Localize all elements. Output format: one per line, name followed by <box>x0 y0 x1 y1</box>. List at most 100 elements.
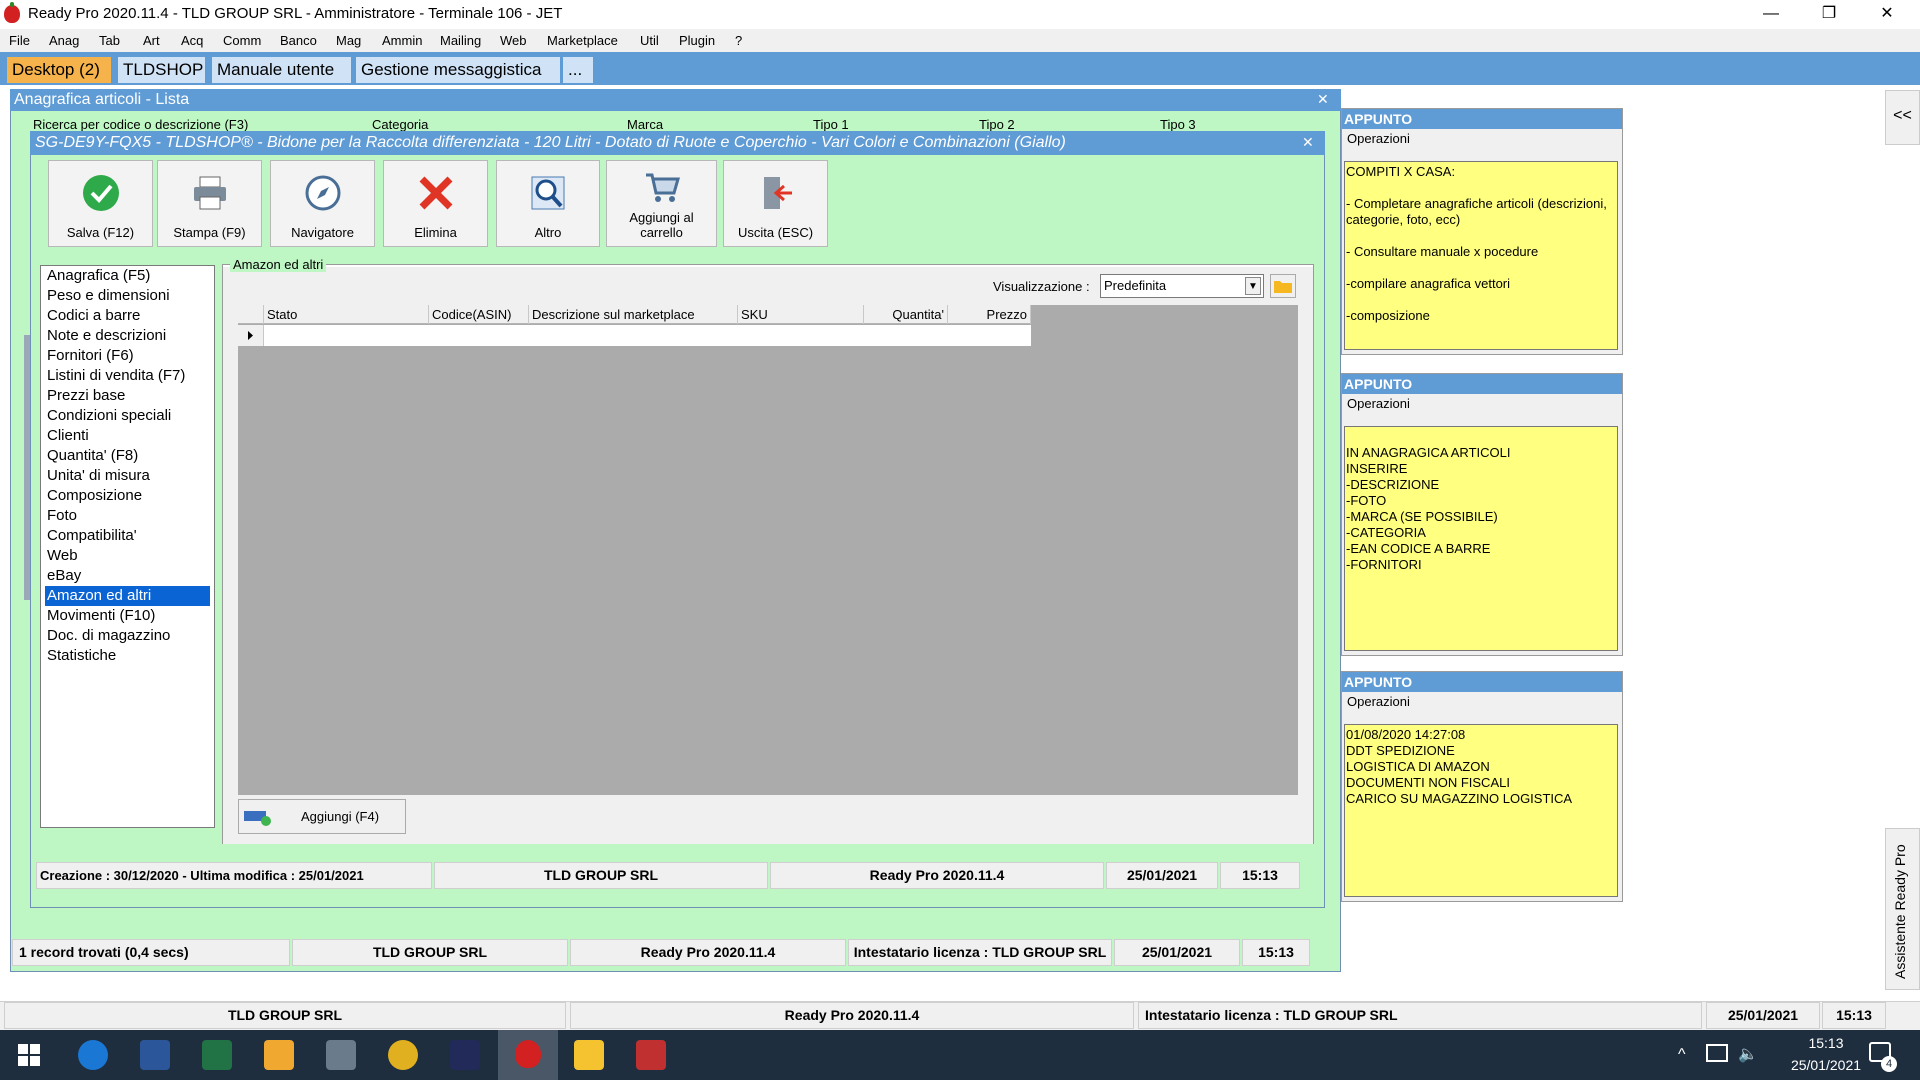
menu-help[interactable]: ? <box>735 33 742 48</box>
note-3-body[interactable]: 01/08/2020 14:27:08 DDT SPEDIZIONE LOGIS… <box>1344 724 1618 897</box>
menu-acq[interactable]: Acq <box>181 33 203 48</box>
chrome-icon[interactable] <box>388 1040 418 1070</box>
nav-doc-magazzino[interactable]: Doc. di magazzino <box>45 626 210 646</box>
note-2-operations[interactable]: Operazioni <box>1342 394 1622 414</box>
tab-gestione-messaggistica[interactable]: Gestione messaggistica <box>356 57 560 83</box>
snipping-tool-icon[interactable] <box>636 1040 666 1070</box>
nav-quantita[interactable]: Quantita' (F8) <box>45 446 210 466</box>
menu-banco[interactable]: Banco <box>280 33 317 48</box>
grid-header-indicator <box>238 305 264 324</box>
tab-more[interactable]: ... <box>563 57 593 83</box>
view-select[interactable]: Predefinita ▼ <box>1100 274 1264 298</box>
grid-col-quantita[interactable]: Quantita' <box>864 305 948 324</box>
windows-start-icon[interactable] <box>18 1044 40 1066</box>
tab-tldshop[interactable]: TLDSHOP <box>118 57 205 83</box>
word-icon[interactable] <box>140 1040 170 1070</box>
menu-comm[interactable]: Comm <box>223 33 261 48</box>
close-button[interactable]: ✕ <box>1858 0 1916 29</box>
volume-icon[interactable]: 🔈 <box>1738 1044 1758 1064</box>
table-row[interactable] <box>238 325 1031 346</box>
nav-fornitori[interactable]: Fornitori (F6) <box>45 346 210 366</box>
exit-button[interactable]: Uscita (ESC) <box>723 160 828 247</box>
more-button[interactable]: Altro <box>496 160 600 247</box>
grid-col-descrizione[interactable]: Descrizione sul marketplace <box>529 305 738 324</box>
nav-anagrafica[interactable]: Anagrafica (F5) <box>45 266 210 286</box>
nav-foto[interactable]: Foto <box>45 506 210 526</box>
menu-marketplace[interactable]: Marketplace <box>547 33 618 48</box>
nav-listini-vendita[interactable]: Listini di vendita (F7) <box>45 366 210 386</box>
grid-col-asin[interactable]: Codice(ASIN) <box>429 305 529 324</box>
nav-unita-misura[interactable]: Unita' di misura <box>45 466 210 486</box>
article-list-close-button[interactable]: ✕ <box>1317 91 1329 108</box>
list-col-search[interactable]: Ricerca per codice o descrizione (F3) <box>33 117 248 132</box>
restore-button[interactable]: ❐ <box>1800 0 1858 29</box>
chevron-down-icon[interactable]: ▼ <box>1245 277 1261 295</box>
note-1-operations[interactable]: Operazioni <box>1342 129 1622 149</box>
article-detail-close-button[interactable]: ✕ <box>1302 134 1314 151</box>
delete-button[interactable]: Elimina <box>383 160 488 247</box>
list-col-tipo2[interactable]: Tipo 2 <box>979 117 1015 132</box>
note-1-body[interactable]: COMPITI X CASA: - Completare anagrafiche… <box>1344 161 1618 350</box>
exit-door-icon <box>763 177 792 209</box>
menu-web[interactable]: Web <box>500 33 527 48</box>
nav-codici-barre[interactable]: Codici a barre <box>45 306 210 326</box>
list-status-version: Ready Pro 2020.11.4 <box>570 939 846 966</box>
menu-plugin[interactable]: Plugin <box>679 33 715 48</box>
nav-condizioni-speciali[interactable]: Condizioni speciali <box>45 406 210 426</box>
add-to-cart-button[interactable]: Aggiungi al carrello <box>606 160 717 247</box>
minimize-button[interactable]: — <box>1742 0 1800 29</box>
menu-anag[interactable]: Anag <box>49 33 79 48</box>
note-2-body[interactable]: IN ANAGRAGICA ARTICOLI INSERIRE -DESCRIZ… <box>1344 426 1618 651</box>
tab-manuale-utente[interactable]: Manuale utente <box>212 57 351 83</box>
nav-composizione[interactable]: Composizione <box>45 486 210 506</box>
navigator-button[interactable]: Navigatore <box>270 160 375 247</box>
more-label: Altro <box>534 225 562 240</box>
collapse-panel-button[interactable]: << <box>1885 90 1920 145</box>
menu-util[interactable]: Util <box>640 33 659 48</box>
delete-x-icon <box>419 176 452 210</box>
list-status-time: 15:13 <box>1242 939 1310 966</box>
wlcs-icon[interactable] <box>450 1040 480 1070</box>
nav-note-descrizioni[interactable]: Note e descrizioni <box>45 326 210 346</box>
tab-desktop[interactable]: Desktop (2) <box>7 57 111 83</box>
grid-col-sku[interactable]: SKU <box>738 305 864 324</box>
main-status-company: TLD GROUP SRL <box>4 1002 566 1029</box>
nav-clienti[interactable]: Clienti <box>45 426 210 446</box>
nav-web[interactable]: Web <box>45 546 210 566</box>
note-3-operations[interactable]: Operazioni <box>1342 692 1622 712</box>
chevron-up-icon[interactable]: ^ <box>1678 1046 1686 1064</box>
calculator-icon[interactable] <box>326 1040 356 1070</box>
nav-peso-dimensioni[interactable]: Peso e dimensioni <box>45 286 210 306</box>
nav-amazon-altri[interactable]: Amazon ed altri <box>45 586 210 606</box>
teamviewer-icon[interactable] <box>78 1040 108 1070</box>
assistant-label: Assistente Ready Pro <box>1892 844 1908 979</box>
article-detail-title: SG-DE9Y-FQX5 - TLDSHOP® - Bidone per la … <box>30 131 1325 155</box>
list-col-marca[interactable]: Marca <box>627 117 663 132</box>
list-col-tipo3[interactable]: Tipo 3 <box>1160 117 1196 132</box>
menu-mailing[interactable]: Mailing <box>440 33 481 48</box>
menu-tab[interactable]: Tab <box>99 33 120 48</box>
file-explorer-icon[interactable] <box>574 1040 604 1070</box>
print-button[interactable]: Stampa (F9) <box>157 160 262 247</box>
outlook-icon[interactable] <box>264 1040 294 1070</box>
grid-col-prezzo[interactable]: Prezzo <box>948 305 1031 324</box>
menu-mag[interactable]: Mag <box>336 33 361 48</box>
save-button[interactable]: Salva (F12) <box>48 160 153 247</box>
list-col-categoria[interactable]: Categoria <box>372 117 428 132</box>
nav-statistiche[interactable]: Statistiche <box>45 646 210 666</box>
nav-movimenti[interactable]: Movimenti (F10) <box>45 606 210 626</box>
nav-prezzi-base[interactable]: Prezzi base <box>45 386 210 406</box>
list-col-tipo1[interactable]: Tipo 1 <box>813 117 849 132</box>
folder-button[interactable] <box>1270 274 1296 298</box>
nav-ebay[interactable]: eBay <box>45 566 210 586</box>
network-icon[interactable] <box>1706 1044 1728 1062</box>
ready-pro-taskbar-active[interactable] <box>498 1030 558 1080</box>
assistant-tab[interactable]: Assistente Ready Pro <box>1885 828 1920 990</box>
menu-file[interactable]: File <box>9 33 30 48</box>
add-marketplace-button[interactable]: Aggiungi (F4) <box>238 799 406 834</box>
menu-ammin[interactable]: Ammin <box>382 33 422 48</box>
nav-compatibilita[interactable]: Compatibilita' <box>45 526 210 546</box>
excel-icon[interactable] <box>202 1040 232 1070</box>
menu-art[interactable]: Art <box>143 33 160 48</box>
grid-col-stato[interactable]: Stato <box>264 305 429 324</box>
